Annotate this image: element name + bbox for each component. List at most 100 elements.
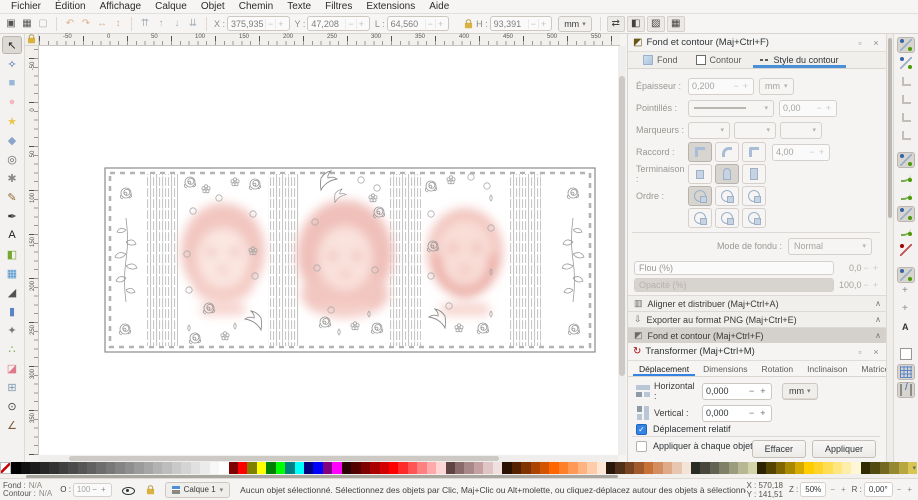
opacity-input[interactable]: 100−+ bbox=[73, 483, 112, 497]
palette-swatch[interactable] bbox=[446, 462, 455, 474]
x-input[interactable]: 375,935−+ bbox=[227, 16, 290, 31]
fill-stroke-tab[interactable]: Style du contour bbox=[751, 52, 848, 68]
canvas[interactable] bbox=[39, 46, 618, 455]
rotate-flip-icon[interactable]: ↕ bbox=[110, 16, 126, 32]
width-plus[interactable]: + bbox=[435, 19, 445, 29]
palette-swatch[interactable] bbox=[493, 462, 502, 474]
snap-toggle[interactable] bbox=[897, 37, 915, 53]
blur-minus[interactable]: − bbox=[861, 263, 870, 273]
transform-tab[interactable]: Inclinaison bbox=[800, 361, 854, 376]
palette-swatch[interactable] bbox=[11, 462, 20, 474]
palette-swatch[interactable] bbox=[625, 462, 634, 474]
menu-item[interactable]: Calque bbox=[148, 1, 194, 12]
rotate-flip-icon[interactable]: ↷ bbox=[78, 16, 94, 32]
thickness-unit-dropdown[interactable]: mm▾ bbox=[759, 78, 794, 95]
canvas-vertical-scrollbar[interactable] bbox=[618, 46, 626, 455]
tool-button[interactable]: ● bbox=[2, 93, 22, 111]
palette-swatch[interactable] bbox=[597, 462, 606, 474]
tool-button[interactable]: ✧ bbox=[2, 55, 22, 73]
palette-swatch[interactable] bbox=[427, 462, 436, 474]
scrollbar-thumb[interactable] bbox=[888, 38, 892, 218]
snap-toggle[interactable] bbox=[897, 170, 915, 186]
zoom-plus[interactable]: + bbox=[839, 485, 848, 494]
palette-swatch[interactable] bbox=[361, 462, 370, 474]
x-plus[interactable]: + bbox=[275, 19, 285, 29]
palette-swatch[interactable] bbox=[870, 462, 879, 474]
palette-swatch[interactable] bbox=[238, 462, 247, 474]
palette-swatch[interactable] bbox=[191, 462, 200, 474]
palette-swatch[interactable] bbox=[483, 462, 492, 474]
tool-button[interactable]: ✎ bbox=[2, 188, 22, 206]
palette-swatch[interactable] bbox=[276, 462, 285, 474]
palette-swatch[interactable] bbox=[266, 462, 275, 474]
palette-swatch[interactable] bbox=[776, 462, 785, 474]
dock-icon[interactable]: ▫ bbox=[854, 38, 866, 48]
z-order-icon[interactable]: ↓ bbox=[169, 16, 185, 32]
height-minus[interactable]: − bbox=[528, 19, 538, 29]
snap-toggle[interactable] bbox=[897, 285, 915, 301]
palette-swatch[interactable] bbox=[115, 462, 124, 474]
palette-swatch[interactable] bbox=[785, 462, 794, 474]
tool-button[interactable]: A bbox=[2, 226, 22, 244]
opacity-slider[interactable]: Opacité (%) bbox=[634, 278, 834, 292]
snap-toggle[interactable] bbox=[897, 109, 915, 125]
unit-dropdown[interactable]: mm▾ bbox=[558, 16, 592, 32]
thickness-input[interactable]: 0,200−+ bbox=[688, 78, 754, 95]
palette-swatch[interactable] bbox=[521, 462, 530, 474]
opacity-minus[interactable]: − bbox=[861, 280, 870, 290]
tool-button[interactable]: ◧ bbox=[2, 245, 22, 263]
palette-swatch[interactable] bbox=[757, 462, 766, 474]
palette-swatch[interactable] bbox=[766, 462, 775, 474]
palette-swatch[interactable] bbox=[719, 462, 728, 474]
palette-swatch[interactable] bbox=[795, 462, 804, 474]
palette-swatch[interactable] bbox=[559, 462, 568, 474]
selection-action-icon[interactable]: ▦ bbox=[19, 16, 35, 32]
snap-toggle[interactable] bbox=[897, 55, 915, 71]
checkbox-unchecked[interactable] bbox=[636, 441, 647, 452]
palette-swatch[interactable] bbox=[210, 462, 219, 474]
tool-button[interactable]: ◪ bbox=[2, 359, 22, 377]
palette-swatch[interactable] bbox=[134, 462, 143, 474]
palette-swatch[interactable] bbox=[229, 462, 238, 474]
miter-limit-input[interactable]: 4,00−+ bbox=[772, 144, 830, 161]
palette-swatch[interactable] bbox=[700, 462, 709, 474]
join-style-button[interactable] bbox=[715, 142, 739, 162]
close-icon[interactable]: × bbox=[870, 347, 882, 357]
rotation-minus[interactable]: − bbox=[895, 485, 904, 494]
palette-swatch[interactable] bbox=[219, 462, 228, 474]
menu-item[interactable]: Objet bbox=[194, 1, 232, 12]
palette-swatch[interactable] bbox=[304, 462, 313, 474]
palette-swatch[interactable] bbox=[663, 462, 672, 474]
snap-toggle[interactable] bbox=[897, 382, 915, 398]
palette-swatch[interactable] bbox=[0, 462, 11, 474]
dock-icon[interactable]: ▫ bbox=[854, 347, 866, 357]
snap-toggle[interactable] bbox=[897, 188, 915, 204]
vertical-ruler[interactable]: -50050100150200250300350 bbox=[25, 46, 39, 455]
menu-item[interactable]: Chemin bbox=[232, 1, 280, 12]
palette-swatch[interactable] bbox=[332, 462, 341, 474]
palette-swatch[interactable] bbox=[804, 462, 813, 474]
palette-swatch[interactable] bbox=[78, 462, 87, 474]
zoom-minus[interactable]: − bbox=[828, 485, 837, 494]
palette-swatch[interactable] bbox=[502, 462, 511, 474]
palette-swatch[interactable] bbox=[408, 462, 417, 474]
tool-button[interactable]: ✒ bbox=[2, 207, 22, 225]
scale-option-toggle[interactable]: ◧ bbox=[627, 16, 645, 32]
palette-swatch[interactable] bbox=[672, 462, 681, 474]
paint-order-button[interactable] bbox=[688, 186, 712, 206]
palette-swatch[interactable] bbox=[153, 462, 162, 474]
layer-visibility-icon[interactable] bbox=[122, 484, 134, 496]
palette-swatch[interactable] bbox=[644, 462, 653, 474]
blend-mode-dropdown[interactable]: Normal▾ bbox=[788, 238, 872, 255]
palette-swatch[interactable] bbox=[247, 462, 256, 474]
transform-unit-dropdown[interactable]: mm▾ bbox=[782, 383, 818, 400]
tool-button[interactable]: ◆ bbox=[2, 131, 22, 149]
paint-order-button[interactable] bbox=[715, 186, 739, 206]
tool-button[interactable]: ↖ bbox=[2, 36, 22, 54]
palette-swatch[interactable] bbox=[398, 462, 407, 474]
snap-toggle[interactable] bbox=[897, 206, 915, 222]
snap-toggle[interactable] bbox=[897, 127, 915, 143]
blur-plus[interactable]: + bbox=[871, 263, 880, 273]
y-input[interactable]: 47,208−+ bbox=[307, 16, 370, 31]
palette-swatch[interactable] bbox=[87, 462, 96, 474]
